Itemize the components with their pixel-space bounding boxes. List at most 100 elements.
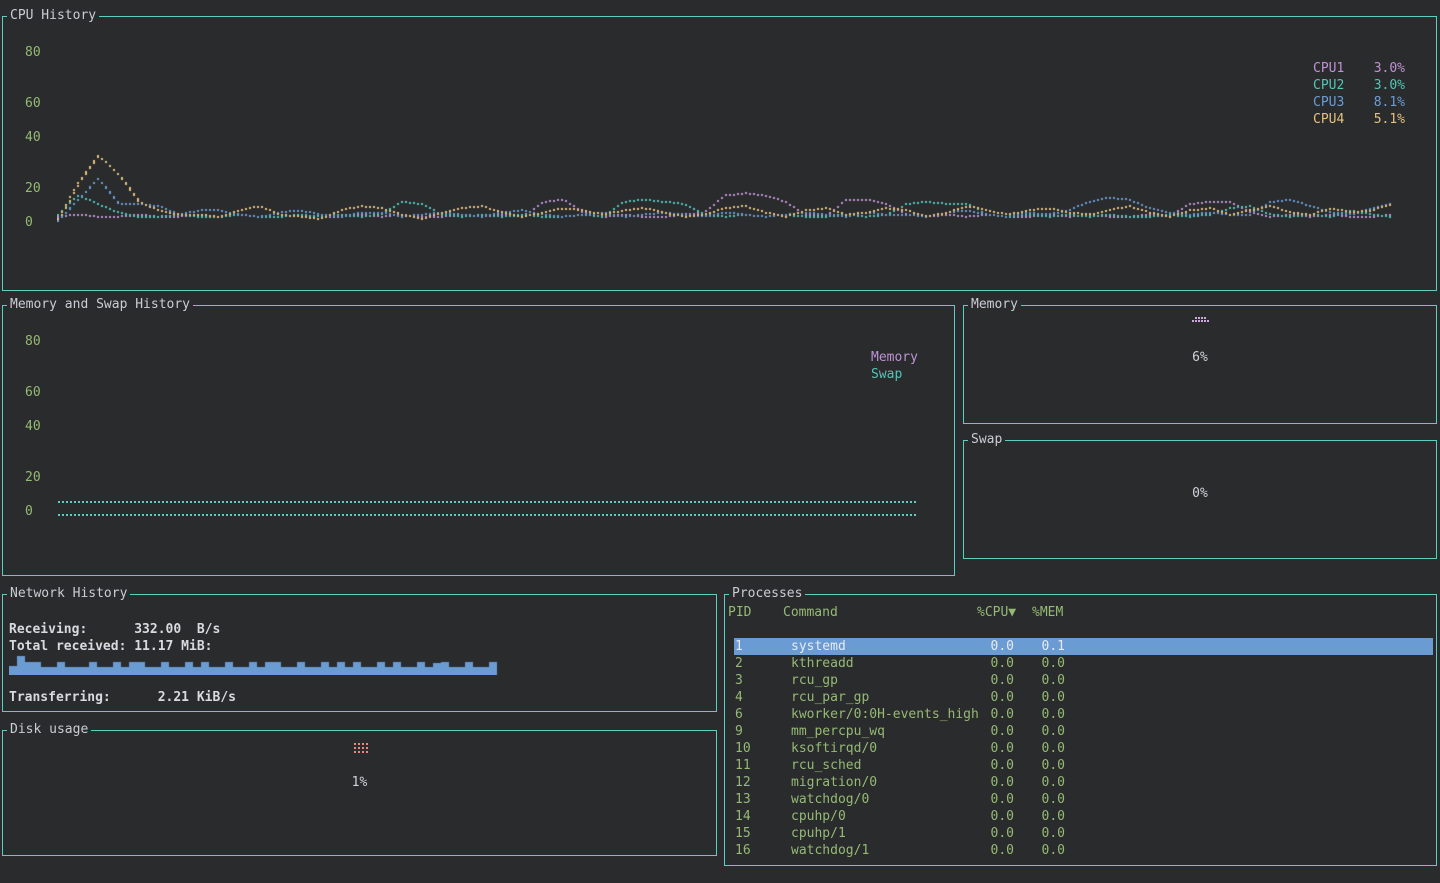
cpu-legend-label: CPU4 bbox=[1313, 113, 1344, 126]
process-cell-pid: 12 bbox=[735, 776, 751, 789]
process-row[interactable]: 9mm_percpu_wq0.00.0 bbox=[725, 723, 1436, 740]
process-row[interactable]: 4 rcu_par_gp 0.0 0.0 bbox=[725, 689, 1436, 706]
disk-percent-value: 1% bbox=[3, 776, 716, 789]
process-cell-cmd: rcu_gp bbox=[791, 674, 838, 687]
process-cell-mem: 0.0 bbox=[1029, 844, 1065, 857]
cpu-legend-label: CPU3 bbox=[1313, 96, 1344, 109]
process-row[interactable]: 11 rcu_sched 0.0 0.0 bbox=[725, 757, 1436, 774]
cpu-legend-value: 3.0% bbox=[1374, 79, 1405, 92]
network-receiving-text: Receiving: 332.00 B/s bbox=[9, 623, 220, 636]
memory-gauge-panel: Memory 6% bbox=[963, 305, 1437, 424]
cpu-legend-value: 3.0% bbox=[1374, 62, 1405, 75]
process-cell-cpu: 0.0 bbox=[978, 674, 1014, 687]
process-cell-cpu: 0.0 bbox=[978, 793, 1014, 806]
process-cell-mem: 0.0 bbox=[1029, 708, 1065, 721]
process-cell-cpu: 0.0 bbox=[978, 708, 1014, 721]
cpu-ytick-60: 60 bbox=[25, 97, 41, 110]
network-history-panel: Network History Receiving: 332.00 B/s To… bbox=[2, 594, 717, 712]
process-row[interactable]: 15cpuhp/10.00.0 bbox=[725, 825, 1436, 842]
processes-panel: Processes PID Command %CPU▼ %MEM 1system… bbox=[724, 594, 1437, 866]
process-cell-cpu: 0.0 bbox=[978, 759, 1014, 772]
process-cell-pid: 1 bbox=[735, 640, 743, 653]
process-cell-cmd: watchdog/1 bbox=[791, 844, 869, 857]
process-cell-pid: 14 bbox=[735, 810, 751, 823]
cpu-legend-label: CPU1 bbox=[1313, 62, 1344, 75]
process-cell-cmd: ksoftirqd/0 bbox=[791, 742, 877, 755]
process-cell-pid: 2 bbox=[735, 657, 743, 670]
network-sparkline-chart bbox=[9, 653, 498, 675]
cpu-legend-entry: CPU2 3.0% bbox=[1313, 79, 1405, 92]
process-cell-mem: 0.0 bbox=[1029, 691, 1065, 704]
column-header-cpu[interactable]: %CPU▼ bbox=[977, 606, 1016, 619]
process-cell-cpu: 0.0 bbox=[978, 640, 1014, 653]
process-cell-mem: 0.0 bbox=[1029, 793, 1065, 806]
process-cell-mem: 0.0 bbox=[1029, 759, 1065, 772]
process-cell-cmd: rcu_sched bbox=[791, 759, 861, 772]
process-cell-pid: 3 bbox=[735, 674, 743, 687]
mem-ytick-0: 0 bbox=[25, 505, 33, 518]
swap-percent-value: 0% bbox=[964, 487, 1436, 500]
swap-usage-line bbox=[58, 514, 917, 516]
swap-gauge-title: Swap bbox=[968, 433, 1005, 446]
mem-ytick-20: 20 bbox=[25, 471, 41, 484]
memory-usage-line bbox=[58, 501, 917, 503]
swap-legend-entry: Swap bbox=[871, 368, 941, 381]
process-cell-cmd: kthreadd bbox=[791, 657, 854, 670]
column-header-pid[interactable]: PID bbox=[728, 606, 751, 619]
mem-ytick-60: 60 bbox=[25, 386, 41, 399]
process-cell-cpu: 0.0 bbox=[978, 725, 1014, 738]
process-cell-cmd: systemd bbox=[791, 640, 846, 653]
process-cell-pid: 4 bbox=[735, 691, 743, 704]
process-cell-mem: 0.0 bbox=[1029, 810, 1065, 823]
process-cell-cpu: 0.0 bbox=[978, 691, 1014, 704]
process-cell-cpu: 0.0 bbox=[978, 657, 1014, 670]
process-row[interactable]: 16 watchdog/1 0.0 0.0 bbox=[725, 842, 1436, 859]
process-row[interactable]: 10 ksoftirqd/0 0.0 0.0 bbox=[725, 740, 1436, 757]
processes-title: Processes bbox=[729, 587, 805, 600]
cpu-ytick-80: 80 bbox=[25, 46, 41, 59]
disk-usage-panel: Disk usage 1% bbox=[2, 730, 717, 856]
process-cell-pid: 16 bbox=[735, 844, 751, 857]
cpu-legend-entry: CPU3 8.1% bbox=[1313, 96, 1405, 109]
process-cell-mem: 0.0 bbox=[1029, 776, 1065, 789]
process-cell-cpu: 0.0 bbox=[978, 844, 1014, 857]
process-cell-cmd: cpuhp/1 bbox=[791, 827, 846, 840]
process-row[interactable]: 14cpuhp/00.00.0 bbox=[725, 808, 1436, 825]
process-cell-mem: 0.0 bbox=[1029, 827, 1065, 840]
column-header-mem[interactable]: %MEM bbox=[1032, 606, 1063, 619]
cpu-legend-entry: CPU1 3.0% bbox=[1313, 62, 1405, 75]
cpu-history-chart bbox=[57, 41, 1393, 227]
cpu-ytick-40: 40 bbox=[25, 131, 41, 144]
process-cell-pid: 6 bbox=[735, 708, 743, 721]
cpu-legend-label: CPU2 bbox=[1313, 79, 1344, 92]
process-cell-mem: 0.0 bbox=[1029, 674, 1065, 687]
network-history-title: Network History bbox=[7, 587, 130, 600]
process-cell-cmd: cpuhp/0 bbox=[791, 810, 846, 823]
process-cell-cpu: 0.0 bbox=[978, 742, 1014, 755]
process-cell-cmd: rcu_par_gp bbox=[791, 691, 869, 704]
process-cell-cpu: 0.0 bbox=[978, 776, 1014, 789]
process-cell-pid: 10 bbox=[735, 742, 751, 755]
cpu-ytick-0: 0 bbox=[25, 216, 33, 229]
swap-gauge-panel: Swap 0% bbox=[963, 440, 1437, 559]
process-cell-cmd: watchdog/0 bbox=[791, 793, 869, 806]
process-row[interactable]: 3 rcu_gp 0.0 0.0 bbox=[725, 672, 1436, 689]
cpu-legend-value: 8.1% bbox=[1374, 96, 1405, 109]
cpu-history-panel: CPU History 80 60 40 20 0 CPU13.0%CPU23.… bbox=[2, 16, 1437, 291]
process-cell-mem: 0.0 bbox=[1029, 742, 1065, 755]
network-transferring-text: Transferring: 2.21 KiB/s bbox=[9, 691, 236, 704]
mem-ytick-80: 80 bbox=[25, 335, 41, 348]
process-cell-pid: 9 bbox=[735, 725, 743, 738]
process-row[interactable]: 12migration/00.00.0 bbox=[725, 774, 1436, 791]
memory-swap-history-title: Memory and Swap History bbox=[7, 298, 193, 311]
process-row[interactable]: 6kworker/0:0H-events_high0.00.0 bbox=[725, 706, 1436, 723]
memory-gauge-title: Memory bbox=[968, 298, 1021, 311]
mem-ytick-40: 40 bbox=[25, 420, 41, 433]
column-header-command[interactable]: Command bbox=[783, 606, 838, 619]
process-row[interactable]: 1systemd0.00.1 bbox=[725, 638, 1436, 655]
process-cell-pid: 15 bbox=[735, 827, 751, 840]
network-total-received-text: Total received: 11.17 MiB: bbox=[9, 640, 213, 653]
process-row[interactable]: 13watchdog/00.00.0 bbox=[725, 791, 1436, 808]
process-cell-pid: 11 bbox=[735, 759, 751, 772]
process-row[interactable]: 2kthreadd0.00.0 bbox=[725, 655, 1436, 672]
